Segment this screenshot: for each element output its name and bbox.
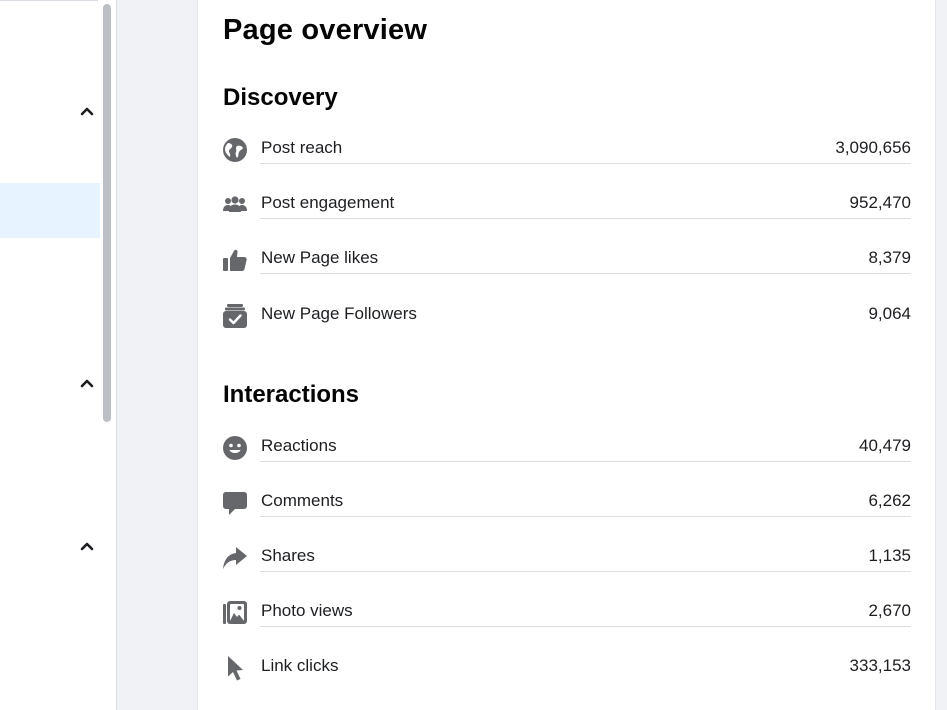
metric-value: 2,670 [868, 601, 911, 620]
metric-row-link-clicks[interactable]: Link clicks 333,153 [222, 647, 911, 687]
metric-label: Post reach [261, 138, 343, 157]
collapse-chevron-up-icon[interactable] [79, 376, 95, 390]
comment-bubble-icon [222, 490, 248, 516]
row-divider [260, 626, 911, 627]
cursor-icon [222, 655, 248, 681]
left-sidebar [0, 0, 117, 710]
row-divider [260, 273, 911, 274]
row-divider [260, 571, 911, 572]
row-divider [260, 163, 911, 164]
metric-label: New Page Followers [261, 304, 417, 323]
metric-value: 6,262 [868, 491, 911, 510]
metric-row-shares[interactable]: Shares 1,135 [222, 537, 911, 577]
metric-row-comments[interactable]: Comments 6,262 [222, 482, 911, 522]
metric-row-post-engagement[interactable]: Post engagement 952,470 [222, 184, 911, 224]
row-divider [260, 218, 911, 219]
metric-row-new-page-followers[interactable]: New Page Followers 9,064 [222, 295, 911, 335]
metric-label: Reactions [261, 436, 337, 455]
metric-value: 8,379 [868, 248, 911, 267]
metric-row-post-reach[interactable]: Post reach 3,090,656 [222, 129, 911, 169]
metric-row-reactions[interactable]: Reactions 40,479 [222, 427, 911, 467]
collapse-chevron-up-icon[interactable] [79, 539, 95, 553]
sidebar-top-divider [0, 0, 98, 1]
sidebar-scrollbar-thumb[interactable] [103, 4, 111, 422]
row-divider [260, 461, 911, 462]
page-title: Page overview [223, 14, 428, 46]
collapse-chevron-up-icon[interactable] [79, 104, 95, 118]
metric-label: Photo views [261, 601, 353, 620]
metric-label: Link clicks [261, 656, 339, 675]
globe-icon [222, 137, 248, 163]
share-arrow-icon [222, 545, 248, 571]
metric-value: 333,153 [849, 656, 911, 675]
metric-label: Post engagement [261, 193, 395, 212]
metric-value: 952,470 [849, 193, 911, 212]
section-title-discovery: Discovery [223, 84, 338, 111]
page-overview-card: Page overview Discovery Post reach 3,090… [197, 0, 936, 710]
metric-row-photo-views[interactable]: Photo views 2,670 [222, 592, 911, 632]
section-title-interactions: Interactions [223, 381, 360, 408]
thumbs-up-icon [222, 247, 248, 273]
follow-inbox-icon [222, 303, 248, 329]
metric-label: Comments [261, 491, 344, 510]
smiley-icon [222, 435, 248, 461]
metric-label: Shares [261, 546, 315, 565]
metric-value: 9,064 [868, 304, 911, 323]
metric-row-new-page-likes[interactable]: New Page likes 8,379 [222, 239, 911, 279]
metric-value: 40,479 [859, 436, 911, 455]
row-divider [260, 516, 911, 517]
metric-value: 1,135 [868, 546, 911, 565]
people-icon [222, 192, 248, 218]
metric-label: New Page likes [261, 248, 379, 267]
metric-value: 3,090,656 [835, 138, 911, 157]
photo-icon [222, 600, 248, 626]
sidebar-selected-item[interactable] [0, 183, 100, 238]
